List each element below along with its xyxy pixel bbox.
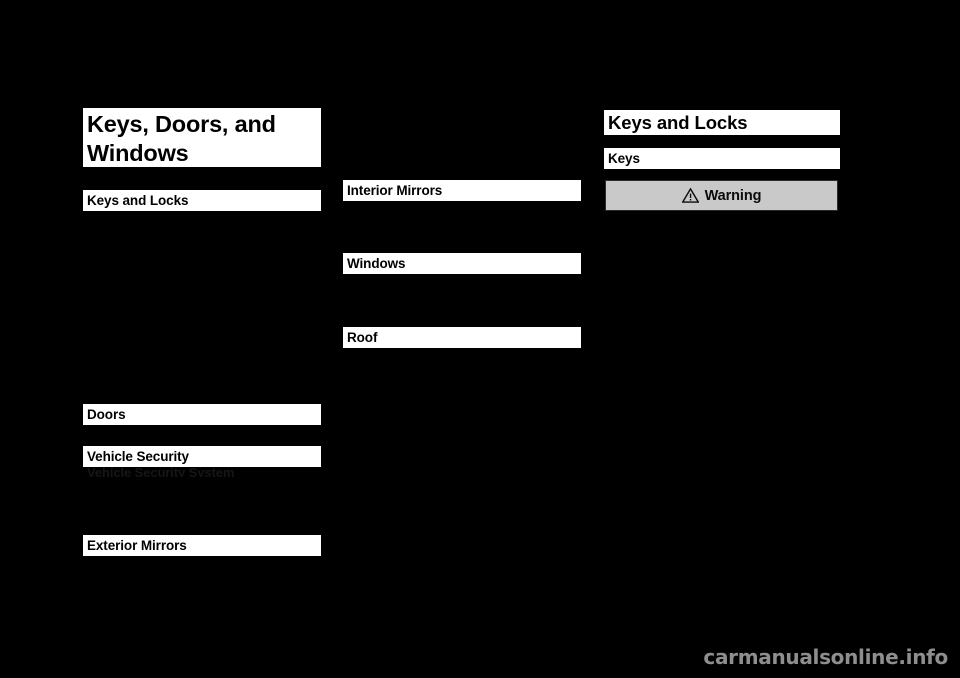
warning-callout: Warning (605, 180, 838, 211)
section-heading-text: Keys and Locks (608, 111, 748, 133)
toc-entry-keys-and-locks[interactable]: Keys and Locks (83, 190, 321, 211)
toc-entry-doors[interactable]: Doors (83, 404, 321, 425)
toc-entry-interior-mirrors[interactable]: Interior Mirrors (343, 180, 581, 201)
toc-entry-roof[interactable]: Roof (343, 327, 581, 348)
watermark: carmanualsonline.info (703, 645, 948, 669)
subsection-heading-text: Keys (608, 151, 640, 166)
warning-triangle-icon (681, 188, 699, 203)
toc-entry-label: Roof (347, 330, 378, 345)
section-heading-keys-and-locks: Keys and Locks (604, 110, 840, 135)
warning-label: Warning (704, 187, 762, 204)
toc-entry-ghost-label: Vehicle Security System (87, 466, 235, 477)
subsection-heading-keys: Keys (604, 148, 840, 169)
toc-entry-ghost-vehicle-security-system: Vehicle Security System (87, 466, 319, 477)
chapter-title-bar: Keys, Doors, and Windows (83, 108, 321, 167)
toc-entry-label: Exterior Mirrors (87, 538, 187, 553)
toc-entry-windows[interactable]: Windows (343, 253, 581, 274)
manual-page: Keys, Doors, and Windows Keys and Locks … (0, 0, 960, 678)
chapter-title-text: Keys, Doors, and Windows (87, 111, 276, 166)
toc-entry-label: Interior Mirrors (347, 183, 443, 198)
toc-entry-label: Vehicle Security (87, 449, 189, 464)
toc-entry-label: Doors (87, 407, 126, 422)
toc-entry-exterior-mirrors[interactable]: Exterior Mirrors (83, 535, 321, 556)
toc-entry-label: Keys and Locks (87, 193, 189, 208)
toc-entry-vehicle-security[interactable]: Vehicle Security (83, 446, 321, 467)
toc-entry-label: Windows (347, 256, 406, 271)
